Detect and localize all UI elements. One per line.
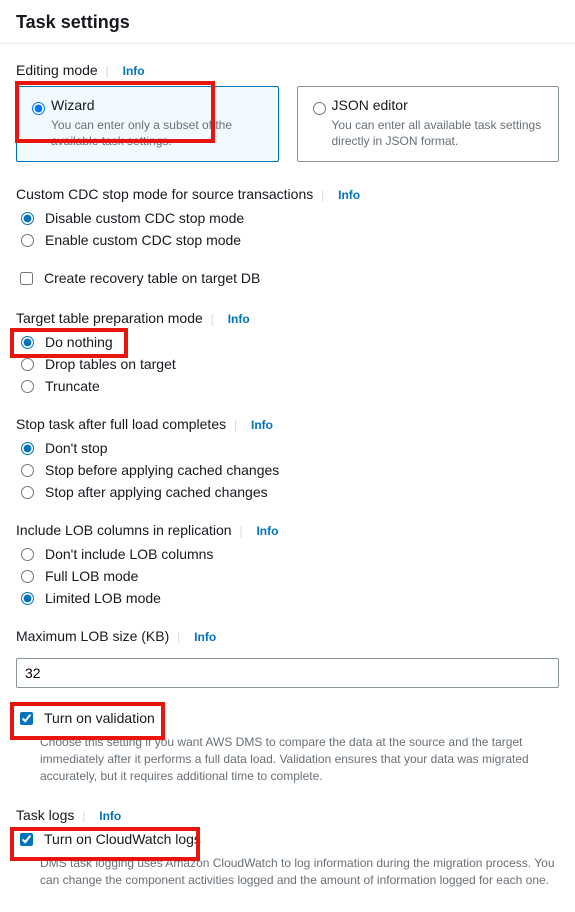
lob-none-option[interactable]: Don't include LOB columns <box>16 546 559 562</box>
target-prep-drop-radio[interactable] <box>21 358 34 371</box>
max-lob-label-text: Maximum LOB size (KB) <box>16 628 169 644</box>
validation-checkbox[interactable] <box>20 712 33 725</box>
validation-option[interactable]: Turn on validation <box>16 710 559 728</box>
lob-section: Include LOB columns in replication | Inf… <box>16 522 559 606</box>
cloudwatch-text: Turn on CloudWatch logs <box>44 831 201 847</box>
stop-task-label: Stop task after full load completes | In… <box>16 416 559 432</box>
wizard-title: Wizard <box>51 97 266 113</box>
cloudwatch-option[interactable]: Turn on CloudWatch logs <box>16 831 559 849</box>
max-lob-info-link[interactable]: Info <box>194 630 216 644</box>
stop-task-after-text: Stop after applying cached changes <box>45 484 268 500</box>
lob-label: Include LOB columns in replication | Inf… <box>16 522 559 538</box>
target-prep-label-text: Target table preparation mode <box>16 310 203 326</box>
cloudwatch-checkbox[interactable] <box>20 833 33 846</box>
stop-task-after-option[interactable]: Stop after applying cached changes <box>16 484 559 500</box>
task-logs-label-text: Task logs <box>16 807 74 823</box>
json-radio[interactable] <box>313 102 326 115</box>
cdc-label: Custom CDC stop mode for source transact… <box>16 186 559 202</box>
target-prep-section: Target table preparation mode | Info Do … <box>16 310 559 394</box>
lob-full-option[interactable]: Full LOB mode <box>16 568 559 584</box>
lob-full-radio[interactable] <box>21 570 34 583</box>
validation-section: Turn on validation Choose this setting i… <box>16 710 559 784</box>
task-logs-section: Task logs | Info Turn on CloudWatch logs… <box>16 807 559 889</box>
max-lob-label: Maximum LOB size (KB) | Info <box>16 628 559 644</box>
recovery-option[interactable]: Create recovery table on target DB <box>16 270 559 288</box>
editing-mode-section: Editing mode | Info Wizard You can enter… <box>16 62 559 162</box>
lob-none-radio[interactable] <box>21 548 34 561</box>
cdc-enable-option[interactable]: Enable custom CDC stop mode <box>16 232 559 248</box>
cdc-section: Custom CDC stop mode for source transact… <box>16 186 559 248</box>
stop-task-before-radio[interactable] <box>21 464 34 477</box>
target-prep-drop-text: Drop tables on target <box>45 356 176 372</box>
lob-info-link[interactable]: Info <box>256 524 278 538</box>
editing-mode-card-json[interactable]: JSON editor You can enter all available … <box>297 86 560 162</box>
cdc-enable-radio[interactable] <box>21 234 34 247</box>
recovery-text: Create recovery table on target DB <box>44 270 260 286</box>
recovery-section: Create recovery table on target DB <box>16 270 559 288</box>
wizard-radio[interactable] <box>32 102 45 115</box>
target-prep-truncate-option[interactable]: Truncate <box>16 378 559 394</box>
cdc-info-link[interactable]: Info <box>338 188 360 202</box>
lob-label-text: Include LOB columns in replication <box>16 522 232 538</box>
stop-task-info-link[interactable]: Info <box>251 418 273 432</box>
stop-task-label-text: Stop task after full load completes <box>16 416 226 432</box>
json-title: JSON editor <box>332 97 547 113</box>
cdc-disable-text: Disable custom CDC stop mode <box>45 210 244 226</box>
stop-task-before-text: Stop before applying cached changes <box>45 462 279 478</box>
cdc-disable-radio[interactable] <box>21 212 34 225</box>
max-lob-input[interactable] <box>16 658 559 688</box>
stop-task-dont-text: Don't stop <box>45 440 108 456</box>
editing-mode-info-link[interactable]: Info <box>123 64 145 78</box>
target-prep-info-link[interactable]: Info <box>228 312 250 326</box>
cdc-disable-option[interactable]: Disable custom CDC stop mode <box>16 210 559 226</box>
cdc-label-text: Custom CDC stop mode for source transact… <box>16 186 313 202</box>
task-logs-label: Task logs | Info <box>16 807 559 823</box>
target-prep-label: Target table preparation mode | Info <box>16 310 559 326</box>
target-prep-truncate-radio[interactable] <box>21 380 34 393</box>
target-prep-donothing-option[interactable]: Do nothing <box>16 334 559 350</box>
stop-task-after-radio[interactable] <box>21 486 34 499</box>
lob-limited-text: Limited LOB mode <box>45 590 161 606</box>
validation-help: Choose this setting if you want AWS DMS … <box>40 734 559 784</box>
target-prep-truncate-text: Truncate <box>45 378 100 394</box>
validation-text: Turn on validation <box>44 710 155 726</box>
recovery-checkbox[interactable] <box>20 272 33 285</box>
stop-task-section: Stop task after full load completes | In… <box>16 416 559 500</box>
editing-mode-label: Editing mode | Info <box>16 62 559 78</box>
title-separator <box>0 43 575 44</box>
lob-limited-option[interactable]: Limited LOB mode <box>16 590 559 606</box>
stop-task-before-option[interactable]: Stop before applying cached changes <box>16 462 559 478</box>
stop-task-dont-radio[interactable] <box>21 442 34 455</box>
editing-mode-label-text: Editing mode <box>16 62 98 78</box>
task-logs-info-link[interactable]: Info <box>99 809 121 823</box>
lob-limited-radio[interactable] <box>21 592 34 605</box>
page-title: Task settings <box>16 12 559 33</box>
lob-full-text: Full LOB mode <box>45 568 138 584</box>
json-desc: You can enter all available task setting… <box>332 117 547 149</box>
target-prep-drop-option[interactable]: Drop tables on target <box>16 356 559 372</box>
lob-none-text: Don't include LOB columns <box>45 546 213 562</box>
cdc-enable-text: Enable custom CDC stop mode <box>45 232 241 248</box>
target-prep-donothing-text: Do nothing <box>45 334 113 350</box>
cloudwatch-help: DMS task logging uses Amazon CloudWatch … <box>40 855 559 889</box>
wizard-desc: You can enter only a subset of the avail… <box>51 117 266 149</box>
max-lob-section: Maximum LOB size (KB) | Info <box>16 628 559 688</box>
stop-task-dont-option[interactable]: Don't stop <box>16 440 559 456</box>
editing-mode-card-wizard[interactable]: Wizard You can enter only a subset of th… <box>16 86 279 162</box>
target-prep-donothing-radio[interactable] <box>21 336 34 349</box>
